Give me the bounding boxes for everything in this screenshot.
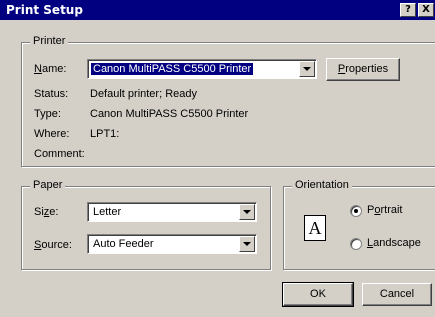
print-setup-dialog: Print Setup ? X Printer Name: Canon Mult… xyxy=(0,0,435,317)
page-portrait-icon: A xyxy=(304,215,326,241)
paper-group: Paper xyxy=(21,179,271,270)
printer-name-value: Canon MultiPASS C5500 Printer xyxy=(91,63,254,75)
type-label: Type: xyxy=(34,108,61,120)
printer-name-select[interactable]: Canon MultiPASS C5500 Printer xyxy=(87,59,317,79)
landscape-label[interactable]: Landscape xyxy=(367,237,421,249)
paper-source-label: Source: xyxy=(34,239,72,251)
type-value: Canon MultiPASS C5500 Printer xyxy=(90,108,249,120)
ok-button[interactable]: OK xyxy=(282,282,354,307)
chevron-down-icon[interactable] xyxy=(239,236,255,252)
cancel-button[interactable]: Cancel xyxy=(362,283,432,306)
paper-size-value: Letter xyxy=(93,206,122,218)
portrait-radio[interactable] xyxy=(350,205,362,217)
paper-size-label: Size: xyxy=(34,206,59,218)
orientation-group-title: Orientation xyxy=(292,179,352,191)
printer-name-label: Name: xyxy=(34,63,67,75)
title-bar[interactable]: Print Setup ? X xyxy=(0,0,435,20)
help-button[interactable]: ? xyxy=(400,3,416,17)
chevron-down-icon[interactable] xyxy=(239,204,255,220)
portrait-label[interactable]: Portrait xyxy=(367,204,402,216)
printer-group-title: Printer xyxy=(30,35,69,47)
paper-group-title: Paper xyxy=(30,179,66,191)
where-value: LPT1: xyxy=(90,128,120,140)
close-button[interactable]: X xyxy=(418,3,434,17)
paper-source-value: Auto Feeder xyxy=(93,238,154,250)
comment-label: Comment: xyxy=(34,148,85,160)
status-label: Status: xyxy=(34,88,69,100)
where-label: Where: xyxy=(34,128,70,140)
landscape-radio[interactable] xyxy=(350,238,362,250)
paper-size-select[interactable]: Letter xyxy=(87,202,257,222)
chevron-down-icon[interactable] xyxy=(299,61,315,77)
status-value: Default printer; Ready xyxy=(90,88,197,100)
window-title: Print Setup xyxy=(6,3,83,17)
properties-button[interactable]: Properties xyxy=(326,58,400,81)
paper-source-select[interactable]: Auto Feeder xyxy=(87,234,257,254)
